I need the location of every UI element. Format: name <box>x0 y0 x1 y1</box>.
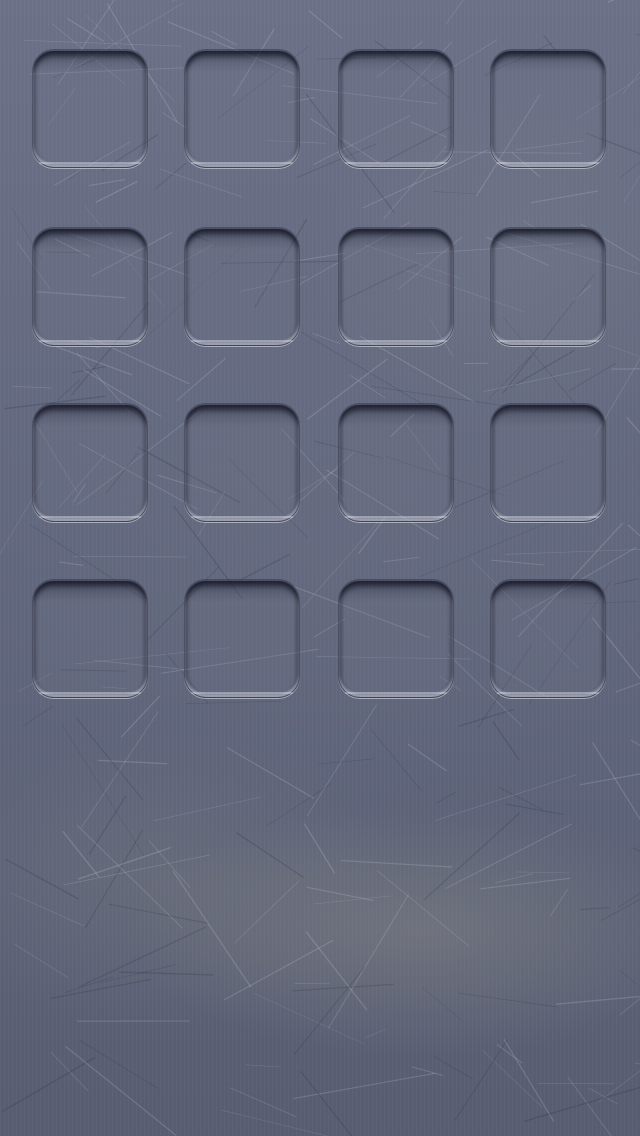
icon-slot <box>184 404 300 522</box>
icon-slot-grid <box>0 0 640 1136</box>
icon-slot <box>338 404 454 522</box>
icon-slot <box>338 50 454 168</box>
icon-slot <box>490 404 606 522</box>
icon-slot <box>490 50 606 168</box>
icon-slot <box>490 580 606 698</box>
icon-slot <box>338 228 454 346</box>
icon-slot <box>184 228 300 346</box>
icon-slot <box>184 50 300 168</box>
icon-slot <box>490 228 606 346</box>
icon-slot <box>32 404 148 522</box>
icon-slot <box>32 50 148 168</box>
metal-wallpaper <box>0 0 640 1136</box>
icon-slot <box>184 580 300 698</box>
icon-slot <box>338 580 454 698</box>
icon-slot <box>32 228 148 346</box>
icon-slot <box>32 580 148 698</box>
